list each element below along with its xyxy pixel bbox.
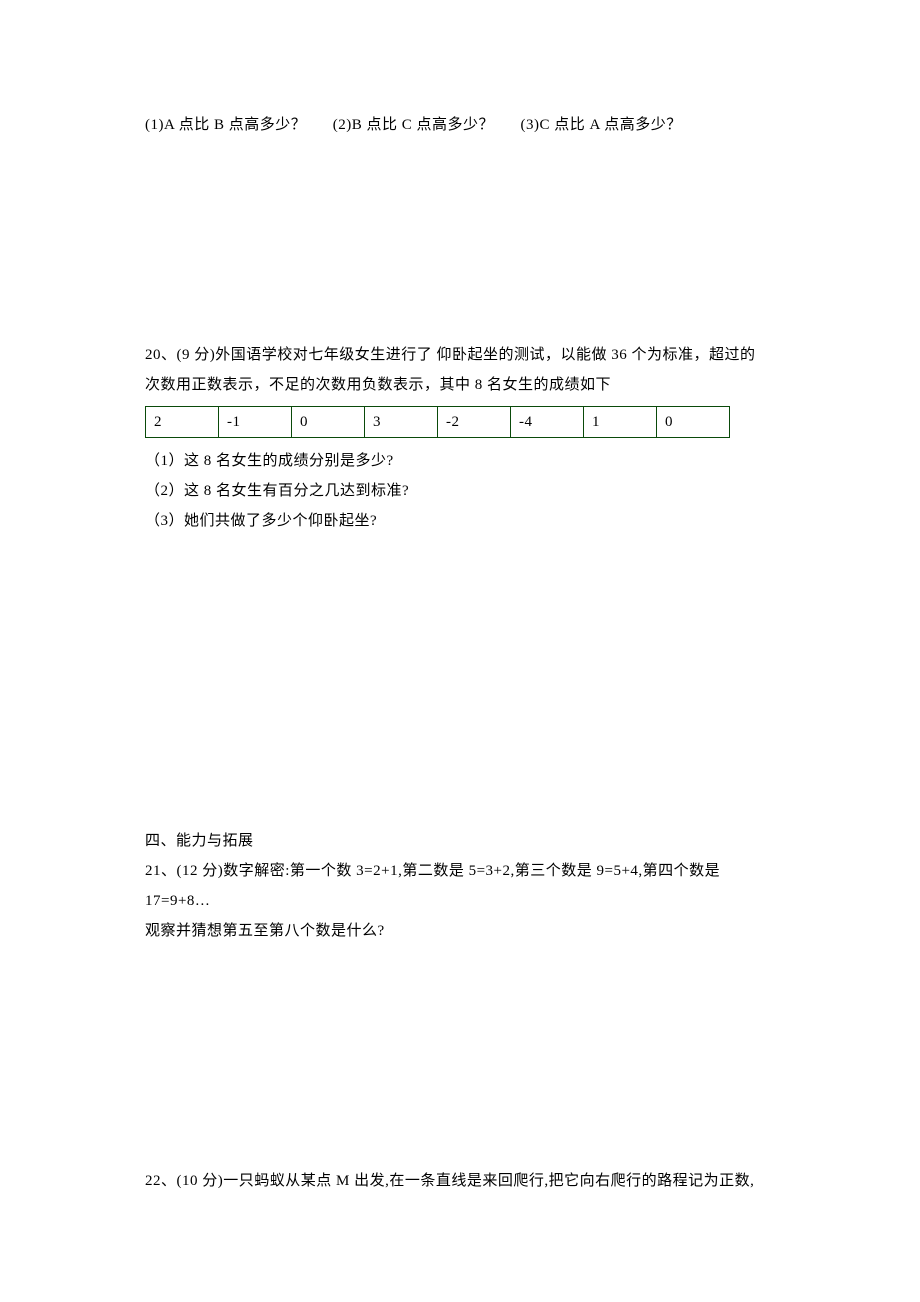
table-row: 2 -1 0 3 -2 -4 1 0 [146,407,730,438]
cell-7: 1 [584,407,657,438]
q20-intro-line-1: 20、(9 分)外国语学校对七年级女生进行了 仰卧起坐的测试，以能做 36 个为… [145,340,775,370]
q21-line-2: 17=9+8… [145,886,775,916]
cell-2: -1 [219,407,292,438]
q20-sub-2: （2）这 8 名女生有百分之几达到标准? [145,476,775,506]
section-4-title: 四、能力与拓展 [145,826,775,856]
cell-3: 0 [292,407,365,438]
cell-4: 3 [365,407,438,438]
q20-data-table: 2 -1 0 3 -2 -4 1 0 [145,406,730,438]
q20-sub-1: （1）这 8 名女生的成绩分别是多少? [145,446,775,476]
cell-5: -2 [438,407,511,438]
q19-part-1: (1)A 点比 B 点高多少？ [145,117,306,133]
q21-line-3: 观察并猜想第五至第八个数是什么? [145,916,775,946]
q22-line-1: 22、(10 分)一只蚂蚁从某点 M 出发,在一条直线是来回爬行,把它向右爬行的… [145,1166,775,1196]
cell-1: 2 [146,407,219,438]
cell-8: 0 [657,407,730,438]
q19-part-2: (2)B 点比 C 点高多少？ [333,117,494,133]
q19-subparts: (1)A 点比 B 点高多少？ (2)B 点比 C 点高多少？ (3)C 点比 … [145,110,775,140]
q19-part-3: (3)C 点比 A 点高多少？ [521,117,682,133]
q20-sub-3: （3）她们共做了多少个仰卧起坐? [145,506,775,536]
q21-line-1: 21、(12 分)数字解密:第一个数 3=2+1,第二数是 5=3+2,第三个数… [145,856,775,886]
document-page: (1)A 点比 B 点高多少？ (2)B 点比 C 点高多少？ (3)C 点比 … [0,0,920,1302]
q20-intro-line-2: 次数用正数表示，不足的次数用负数表示，其中 8 名女生的成绩如下 [145,370,775,400]
cell-6: -4 [511,407,584,438]
